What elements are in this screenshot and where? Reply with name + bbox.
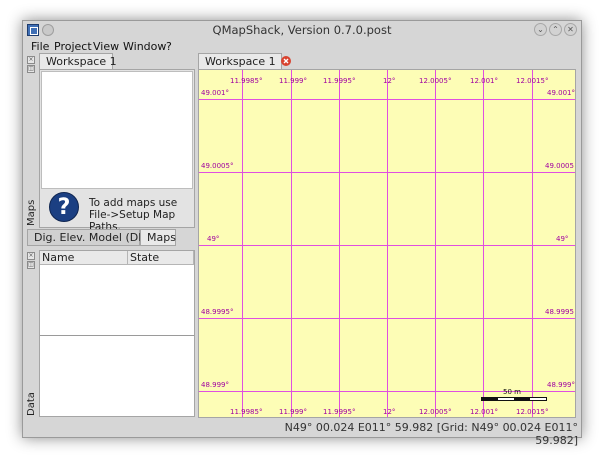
lon-label-bottom: 11.9995° (323, 408, 356, 416)
lon-label-bottom: 11.999° (279, 408, 307, 416)
data-dock-float-icon[interactable]: ◫ (27, 261, 35, 269)
lon-label-top: 12.001° (470, 77, 498, 85)
lon-label-top: 12° (383, 77, 396, 85)
lat-label-right: 49.001° (547, 89, 575, 97)
minimize-button[interactable]: ⌄ (534, 23, 547, 36)
lon-label-bottom: 12° (383, 408, 396, 416)
lat-label-left: 48.999° (201, 381, 229, 389)
grid-line-lon (387, 70, 388, 417)
map-canvas[interactable]: 11.9985° 11.999° 11.9995° 12° 12.0005° 1… (198, 69, 576, 418)
grid-line-lon (242, 70, 243, 417)
maps-list (41, 71, 193, 189)
lon-label-top: 11.9985° (230, 77, 263, 85)
lon-label-bottom: 12.0015° (516, 408, 549, 416)
lon-label-top: 11.999° (279, 77, 307, 85)
window-title: QMapShack, Version 0.7.0.post (212, 23, 392, 37)
close-tab-icon[interactable] (281, 56, 292, 66)
menu-bar: File Project View Window ? (23, 39, 581, 54)
grid-line-lon (339, 70, 340, 417)
lon-label-bottom: 12.001° (470, 408, 498, 416)
help-question-icon: ? (49, 192, 79, 222)
status-coordinates: N49° 00.024 E011° 59.982 [Grid: N49° 00.… (284, 421, 578, 447)
lat-label-left: 48.9995° (201, 308, 234, 316)
column-header-state[interactable]: State (128, 251, 194, 265)
lat-label-right: 49.0005 (545, 162, 574, 170)
menu-view[interactable]: View (93, 40, 119, 53)
grid-line-lat (199, 318, 575, 319)
tab-workspace[interactable]: Workspace 1 (198, 53, 292, 70)
maps-help-text: To add maps use File->Setup Map Paths. (89, 197, 178, 233)
app-window: QMapShack, Version 0.7.0.post ⌄ ⌃ ✕ File… (22, 20, 582, 447)
lon-label-bottom: 11.9985° (230, 408, 263, 416)
tab-maps[interactable]: Maps (140, 229, 176, 246)
lon-label-top: 12.0015° (516, 77, 549, 85)
scale-bar: 50 m (481, 388, 547, 402)
grid-line-lon (483, 70, 484, 417)
close-button[interactable]: ✕ (564, 23, 577, 36)
scale-label: 50 m (503, 388, 521, 396)
lat-label-left: 49.001° (201, 89, 229, 97)
maps-panel: ? To add maps use File->Setup Map Paths. (39, 69, 195, 233)
dock-float-icon[interactable]: ◫ (27, 65, 35, 73)
grid-line-lon (291, 70, 292, 417)
maximize-button[interactable]: ⌃ (549, 23, 562, 36)
lon-label-top: 12.0005° (419, 77, 452, 85)
lat-label-left: 49° (207, 235, 220, 243)
maps-side-label: Maps (26, 199, 37, 226)
column-header-name[interactable]: Name (40, 251, 128, 265)
grid-line-lat (199, 245, 575, 246)
menu-window[interactable]: Window (123, 40, 166, 53)
grid-line-lat (199, 172, 575, 173)
data-divider[interactable] (40, 335, 194, 336)
lat-label-right: 49° (556, 235, 569, 243)
tab-dem[interactable]: Dig. Elev. Model (DEM) (27, 229, 159, 246)
grid-line-lon (435, 70, 436, 417)
data-side-label: Data (26, 392, 37, 416)
lon-label-top: 11.9995° (323, 77, 356, 85)
data-panel: Name State (39, 250, 195, 417)
data-dock-close-icon[interactable]: × (27, 252, 35, 260)
title-bar: QMapShack, Version 0.7.0.post ⌄ ⌃ ✕ (23, 21, 581, 39)
lat-label-left: 49.0005° (201, 162, 234, 170)
lon-label-bottom: 12.0005° (419, 408, 452, 416)
tab-maps-workspace[interactable]: Workspace 1 (39, 53, 117, 70)
lat-label-right: 48.9995 (545, 308, 574, 316)
lat-label-right: 48.999° (547, 381, 575, 389)
menu-project[interactable]: Project (54, 40, 92, 53)
dock-close-icon[interactable]: × (27, 56, 35, 64)
menu-help[interactable]: ? (166, 40, 172, 53)
workspace-tab-label: Workspace 1 (205, 55, 276, 68)
menu-file[interactable]: File (31, 40, 49, 53)
grid-line-lon (532, 70, 533, 417)
grid-line-lat (199, 99, 575, 100)
